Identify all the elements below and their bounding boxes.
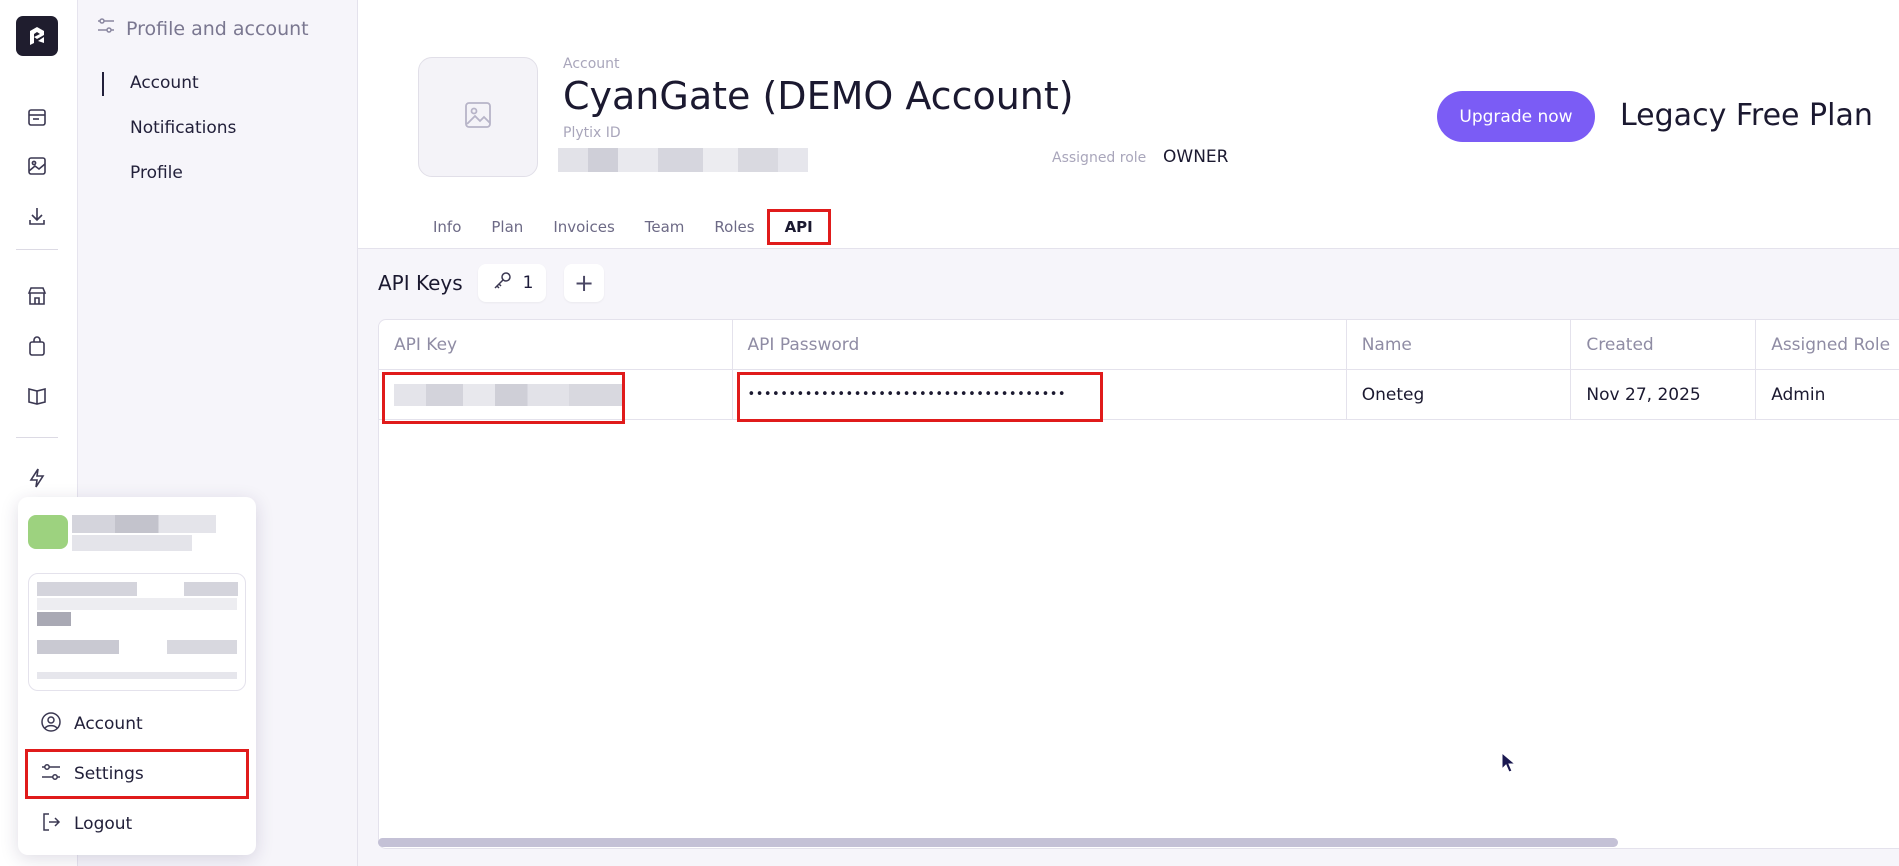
sidebar-item-profile[interactable]: Profile — [102, 158, 236, 203]
tab-info[interactable]: Info — [418, 212, 476, 242]
tab-plan[interactable]: Plan — [476, 212, 538, 242]
assigned-role-label: Assigned role — [1052, 150, 1147, 166]
redacted-email — [72, 535, 192, 551]
key-icon — [491, 270, 513, 297]
sidebar-title: Profile and account — [126, 17, 309, 40]
name-cell: Oneteg — [1347, 370, 1572, 420]
menu-item-label: Settings — [74, 764, 144, 784]
download-icon[interactable] — [24, 203, 50, 229]
bag-icon[interactable] — [24, 333, 50, 359]
tab-api[interactable]: API — [766, 209, 831, 245]
api-key-count-badge[interactable]: 1 — [478, 264, 546, 302]
add-api-key-button[interactable]: + — [564, 264, 604, 302]
highlight-api-key — [382, 372, 625, 424]
account-label: Account — [563, 56, 620, 72]
created-cell: Nov 27, 2025 — [1571, 370, 1757, 420]
avatar — [28, 515, 68, 549]
assigned-role-value: OWNER — [1163, 147, 1229, 167]
lightning-icon[interactable] — [24, 465, 50, 491]
user-circle-icon — [40, 711, 62, 738]
tab-roles[interactable]: Roles — [699, 212, 769, 242]
main-content: Account CyanGate (DEMO Account) Plytix I… — [358, 0, 1899, 866]
account-name: CyanGate (DEMO Account) — [563, 74, 1074, 118]
sidebar-header: Profile and account — [96, 16, 309, 41]
account-avatar[interactable] — [418, 57, 538, 177]
tab-invoices[interactable]: Invoices — [538, 212, 629, 242]
mouse-cursor-icon — [1501, 751, 1517, 778]
redacted-plytix-id — [558, 148, 808, 172]
column-header[interactable]: API Key — [379, 320, 733, 370]
tab-team[interactable]: Team — [630, 212, 700, 242]
menu-item-account[interactable]: Account — [28, 702, 246, 746]
menu-item-logout[interactable]: Logout — [28, 802, 246, 846]
column-header[interactable]: Assigned Role — [1756, 320, 1899, 370]
logo-icon[interactable] — [16, 16, 58, 56]
horizontal-scrollbar[interactable] — [378, 838, 1618, 847]
image-placeholder-icon — [463, 100, 493, 134]
book-icon[interactable] — [24, 383, 50, 409]
rail-divider — [16, 437, 58, 438]
menu-item-settings[interactable]: Settings — [25, 749, 249, 799]
upgrade-button[interactable]: Upgrade now — [1437, 91, 1595, 142]
menu-item-label: Logout — [74, 814, 133, 834]
redacted-username — [72, 515, 216, 533]
account-tabs: Info Plan Invoices Team Roles API — [418, 209, 831, 245]
api-key-count: 1 — [522, 273, 534, 293]
account-switcher[interactable] — [28, 573, 246, 691]
highlight-api-password — [737, 372, 1103, 422]
user-menu-popup: Account Settings Logout — [18, 497, 256, 855]
rail-divider — [16, 249, 58, 250]
api-keys-title: API Keys — [378, 271, 463, 295]
sliders-icon — [96, 16, 116, 41]
column-header[interactable]: Name — [1347, 320, 1572, 370]
image-icon[interactable] — [24, 153, 50, 179]
sidebar-item-account[interactable]: Account — [102, 68, 236, 113]
logout-icon — [40, 811, 62, 838]
column-header[interactable]: API Password — [733, 320, 1347, 370]
assigned-role-cell: Admin — [1771, 385, 1826, 405]
plan-name: Legacy Free Plan — [1620, 98, 1873, 133]
plytix-id-label: Plytix ID — [563, 125, 621, 141]
column-header[interactable]: Created — [1571, 320, 1757, 370]
api-keys-panel: API Keys 1 + API Key API Password Name C… — [358, 249, 1899, 866]
menu-item-label: Account — [74, 714, 143, 734]
store-icon[interactable] — [24, 283, 50, 309]
sidebar-item-notifications[interactable]: Notifications — [102, 113, 236, 158]
sidebar-nav: Account Notifications Profile — [102, 68, 236, 203]
table-header: API Key API Password Name Created Assign… — [379, 320, 1899, 370]
sliders-icon — [40, 761, 62, 788]
calendar-icon[interactable] — [24, 104, 50, 130]
